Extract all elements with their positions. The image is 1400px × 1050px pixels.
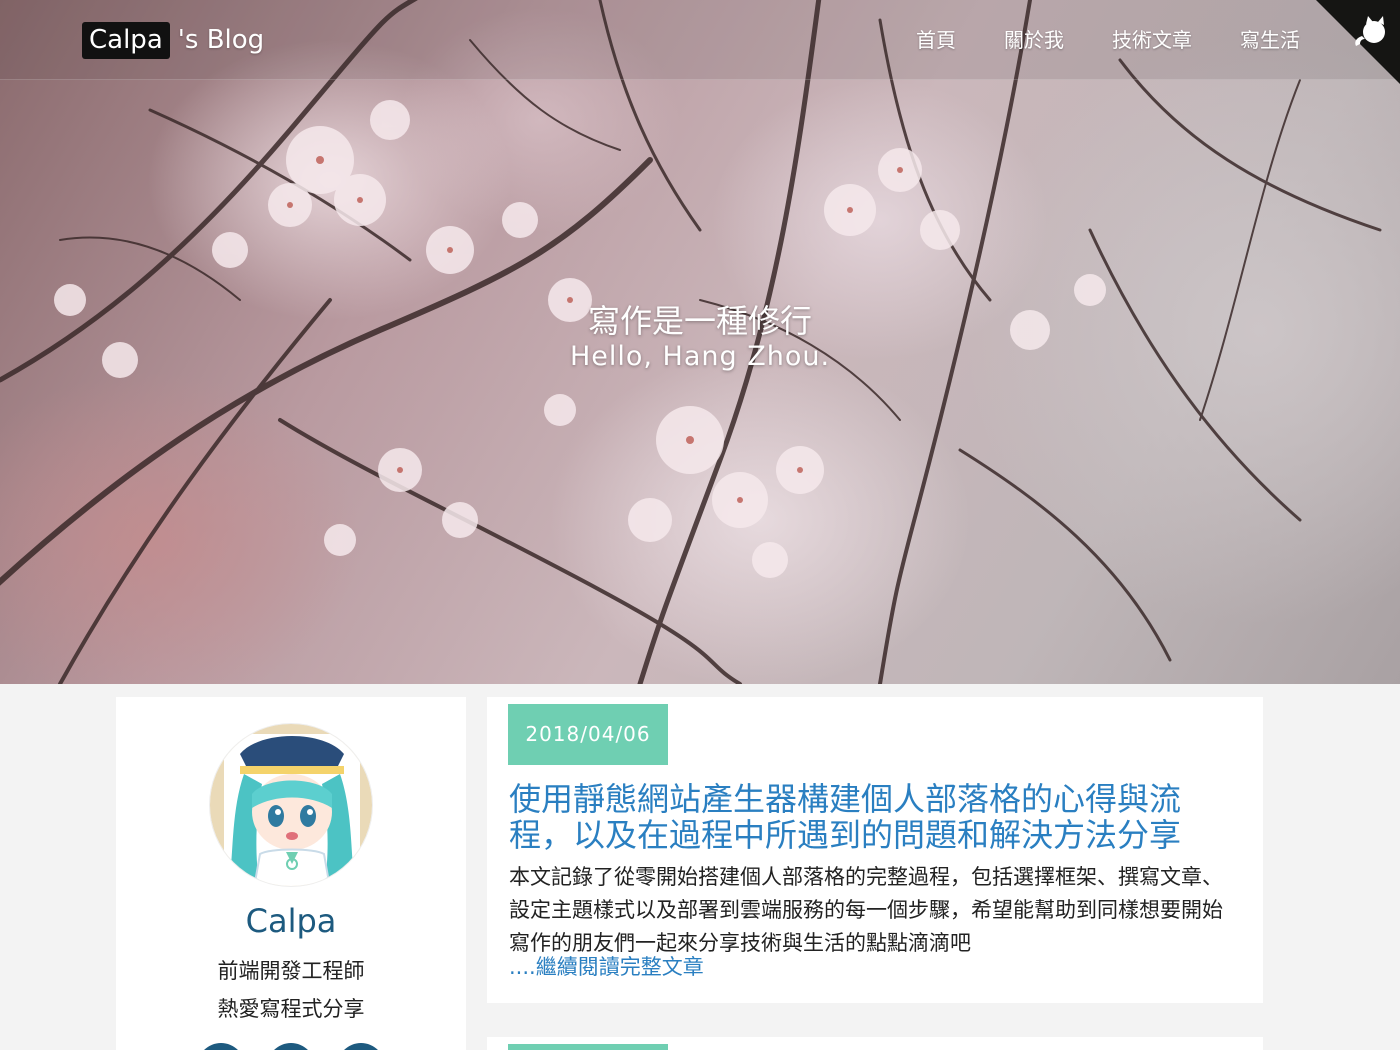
post-date-badge: 2018/04/06 [508, 704, 668, 765]
site-brand-link[interactable]: Calpa 's Blog [82, 21, 264, 59]
profile-bio-line-1: 前端開發工程師 [217, 959, 365, 983]
avatar[interactable] [209, 723, 373, 887]
hero-title: 寫作是一種修行 [587, 302, 812, 340]
social-link-2[interactable] [267, 1043, 315, 1050]
read-more-label: 繼續閱讀完整文章 [535, 955, 704, 979]
social-link-1[interactable] [197, 1043, 245, 1050]
nav-item-home[interactable]: 首頁 [916, 26, 956, 54]
nav-item-life[interactable]: 寫生活 [1240, 26, 1300, 54]
post-card-2 [487, 1037, 1263, 1050]
github-corner-icon[interactable] [1316, 0, 1400, 84]
profile-name-link[interactable]: Calpa [116, 902, 466, 940]
post-date-badge-2 [508, 1044, 668, 1050]
brand-suffix: 's Blog [177, 25, 265, 55]
profile-bio-line-2: 熱愛寫程式分享 [217, 997, 365, 1021]
social-link-3[interactable] [337, 1043, 385, 1050]
post-card: 2018/04/06 使用靜態網站產生器構建個人部落格的心得與流程，以及在過程中… [487, 697, 1263, 1003]
nav-item-tech[interactable]: 技術文章 [1112, 26, 1192, 54]
brand-name-box: Calpa [82, 21, 170, 59]
top-navbar: Calpa 's Blog 首頁 關於我 技術文章 寫生活 [0, 0, 1400, 84]
hero-subtitle: Hello, Hang Zhou. [569, 341, 831, 372]
avatar-illustration [210, 724, 372, 886]
post-title-link[interactable]: 使用靜態網站產生器構建個人部落格的心得與流程，以及在過程中所遇到的問題和解決方法… [509, 781, 1229, 853]
read-more-link[interactable]: ....繼續閱讀完整文章 [509, 951, 704, 981]
hero-banner: 寫作是一種修行 Hello, Hang Zhou. [0, 0, 1400, 684]
main-nav: 首頁 關於我 技術文章 寫生活 [868, 26, 1300, 54]
read-more-prefix: .... [509, 955, 536, 979]
nav-item-about[interactable]: 關於我 [1004, 26, 1064, 54]
profile-card: Calpa 前端開發工程師 熱愛寫程式分享 [116, 697, 466, 1050]
post-excerpt: 本文記錄了從零開始搭建個人部落格的完整過程，包括選擇框架、撰寫文章、設定主題樣式… [509, 865, 1223, 955]
